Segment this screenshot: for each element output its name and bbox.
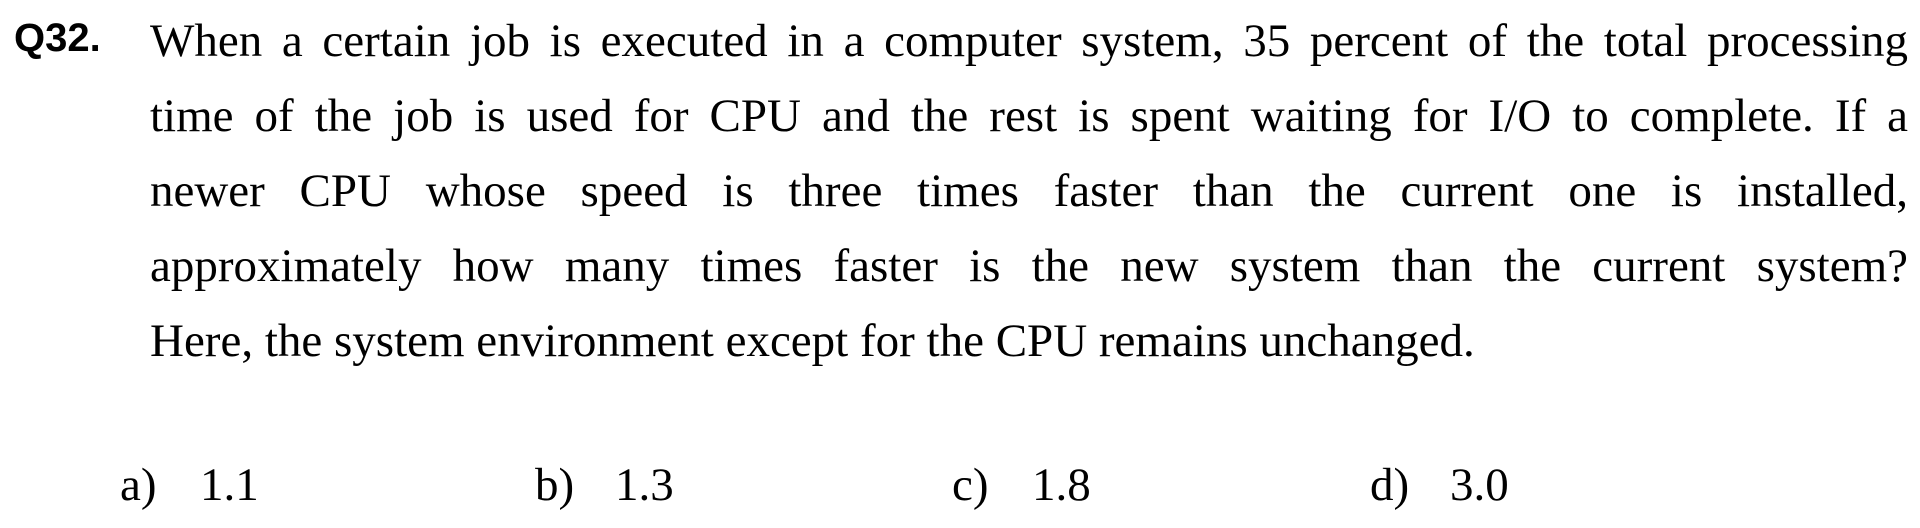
stem-line-3: newer CPU whose speed is three times fas… xyxy=(150,165,1908,217)
stem-line-1: When a certain job is executed in a comp… xyxy=(150,15,1908,67)
option-d[interactable]: d) 3.0 xyxy=(1370,455,1509,515)
option-value: 1.8 xyxy=(1032,459,1091,511)
answer-options: a) 1.1 b) 1.3 c) 1.8 d) 3.0 xyxy=(0,455,1920,525)
stem-line-4: approximately how many times faster is t… xyxy=(150,240,1908,292)
option-value: 1.1 xyxy=(200,459,259,511)
option-letter: a) xyxy=(120,459,157,511)
stem-line-5: Here, the system environment except for … xyxy=(150,315,1475,367)
option-letter: c) xyxy=(952,459,989,511)
option-c[interactable]: c) 1.8 xyxy=(952,455,1091,515)
option-b[interactable]: b) 1.3 xyxy=(535,455,674,515)
option-value: 1.3 xyxy=(615,459,674,511)
question-block: Q32. When a certain job is executed in a… xyxy=(0,0,1920,528)
option-letter: d) xyxy=(1370,459,1410,511)
option-a[interactable]: a) 1.1 xyxy=(120,455,259,515)
stem-line-2: time of the job is used for CPU and the … xyxy=(150,90,1908,142)
option-value: 3.0 xyxy=(1450,459,1509,511)
question-number: Q32. xyxy=(14,16,101,60)
option-letter: b) xyxy=(535,459,575,511)
question-stem: When a certain job is executed in a comp… xyxy=(150,4,1908,379)
